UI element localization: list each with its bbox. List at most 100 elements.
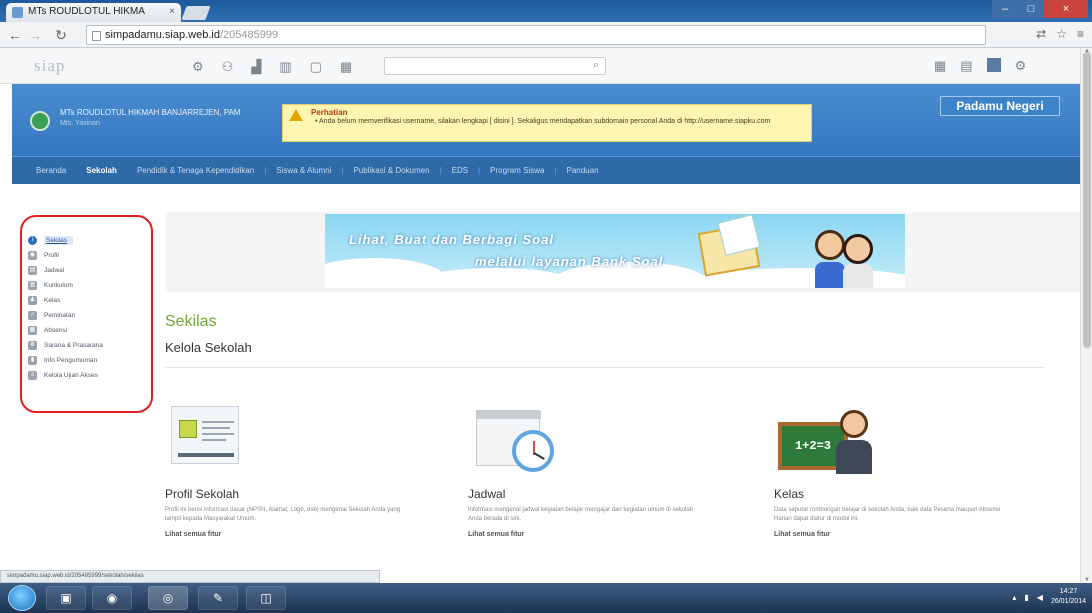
- grid-icon[interactable]: ▦: [934, 58, 946, 74]
- siap-logo[interactable]: siap: [34, 56, 65, 76]
- window-icon[interactable]: ▢: [310, 59, 322, 75]
- sidebar-item-absensi[interactable]: ▦ Absensi: [28, 323, 151, 338]
- back-arrow-icon[interactable]: ←: [6, 26, 24, 44]
- network-icon[interactable]: ▮: [1024, 593, 1028, 602]
- warning-icon: [289, 109, 303, 121]
- card-title[interactable]: Kelas: [774, 487, 804, 501]
- sidebar-item-sekilas[interactable]: i Sekilas: [28, 233, 151, 248]
- sidebar-item-label: Jadwal: [44, 267, 65, 274]
- see-all-features-link[interactable]: Lihat semua fitur: [165, 531, 221, 538]
- sidebar-item-sarana[interactable]: ⚙ Sarana & Prasarana: [28, 338, 151, 353]
- address-bar[interactable]: simpadamu.siap.web.id/205485999: [86, 25, 986, 45]
- facility-icon: ⚙: [28, 341, 37, 350]
- calendar-clock-icon[interactable]: [468, 400, 738, 475]
- profile-document-icon[interactable]: [165, 400, 435, 475]
- menu-icon[interactable]: ≡: [1077, 27, 1084, 41]
- nav-eds[interactable]: EDS: [442, 166, 478, 175]
- scrollbar-thumb[interactable]: [1083, 52, 1091, 348]
- chalkboard-teacher-icon[interactable]: 1+2=3: [774, 400, 1044, 475]
- nav-program-siswa[interactable]: Program Siswa: [480, 166, 554, 175]
- tray-arrow-icon[interactable]: ▴: [1012, 593, 1016, 602]
- avatar[interactable]: [986, 58, 1001, 72]
- alert-box: Perhatian • Anda belum memverifikasi use…: [282, 104, 812, 142]
- page-scrollbar[interactable]: ▲ ▼: [1080, 48, 1092, 583]
- class-icon: ♟: [28, 296, 37, 305]
- site-topbar: siap ⚙ ⚇ ▟ ▥ ▢ ▦ ⌕ ▦ ▤ ⚙: [0, 48, 1080, 84]
- card-title[interactable]: Jadwal: [468, 487, 505, 501]
- alert-title: Perhatian: [311, 108, 348, 117]
- report-icon[interactable]: ▥: [279, 59, 291, 75]
- sidebar-item-label: Absensi: [44, 327, 68, 334]
- sidebar-item-kurikulum[interactable]: ▥ Kurikulum: [28, 278, 151, 293]
- bookmark-star-icon[interactable]: ☆: [1056, 27, 1067, 41]
- sidebar-item-ujian[interactable]: ≡ Kelola Ujian Akses: [28, 368, 151, 383]
- attendance-icon: ▦: [28, 326, 37, 335]
- sidebar-item-peminatan[interactable]: ✓ Peminatan: [28, 308, 151, 323]
- alert-message[interactable]: • Anda belum memverifikasi username, sil…: [315, 117, 803, 126]
- settings-icon[interactable]: ⚙: [192, 59, 204, 75]
- site-search-input[interactable]: ⌕: [384, 57, 606, 75]
- see-all-features-link[interactable]: Lihat semua fitur: [774, 531, 830, 538]
- sidebar-item-label: Info Pengumuman: [44, 357, 98, 364]
- promo-subheadline: melalui layanan Bank Soal: [475, 254, 664, 269]
- student-boy-icon: [815, 230, 845, 260]
- nav-panduan[interactable]: Panduan: [557, 166, 609, 175]
- taskbar-app-tool[interactable]: ✎: [198, 586, 238, 610]
- see-all-features-link[interactable]: Lihat semua fitur: [468, 531, 524, 538]
- nav-beranda[interactable]: Beranda: [26, 166, 76, 175]
- volume-icon[interactable]: ◀: [1037, 593, 1043, 602]
- profile-icon: ◉: [28, 251, 37, 260]
- taskbar-app-chrome[interactable]: ◎: [148, 586, 188, 610]
- school-banner: MTs ROUDLOTUL HIKMAH BANJARREJEN, PAM Mt…: [12, 84, 1080, 156]
- taskbar-app-explorer[interactable]: ▣: [46, 586, 86, 610]
- sidebar-item-label: Sarana & Prasarana: [44, 342, 103, 349]
- window-controls: – □ ×: [992, 0, 1088, 18]
- search-icon[interactable]: ⌕: [593, 59, 599, 72]
- tab-close-icon[interactable]: ×: [169, 6, 175, 17]
- padamu-negeri-button[interactable]: Padamu Negeri: [940, 96, 1060, 116]
- card-profil-sekolah: Profil Sekolah Profil ini berisi informa…: [165, 400, 435, 538]
- card-title[interactable]: Profil Sekolah: [165, 487, 239, 501]
- gear-icon[interactable]: ⚙: [1015, 58, 1027, 74]
- clock-time: 14:27: [1059, 588, 1078, 595]
- translate-icon[interactable]: ⇄: [1036, 27, 1046, 41]
- start-button[interactable]: [8, 585, 36, 611]
- minimize-button[interactable]: –: [992, 0, 1018, 18]
- bank-soal-banner-image[interactable]: Lihat, Buat dan Berbagi Soal melalui lay…: [325, 214, 905, 288]
- sidebar-item-info[interactable]: ▮ Info Pengumuman: [28, 353, 151, 368]
- browser-tab[interactable]: MTs ROUDLOTUL HIKMA ×: [6, 3, 181, 22]
- browser-status-bar: simpadamu.siap.web.id/205485999/sekolah/…: [0, 570, 380, 583]
- sidebar-item-kelas[interactable]: ♟ Kelas: [28, 293, 151, 308]
- nav-sekolah[interactable]: Sekolah: [76, 166, 127, 175]
- taskbar-app-window[interactable]: ◫: [246, 586, 286, 610]
- nav-siswa[interactable]: Siswa & Alumni: [266, 166, 341, 175]
- sidebar-item-profil[interactable]: ◉ Profil: [28, 248, 151, 263]
- school-logo-icon: [30, 111, 50, 131]
- windows-taskbar: ▣ ◉ ◎ ✎ ◫ ▴ ▮ ◀ 14:27 26/01/2014: [0, 583, 1092, 613]
- major-icon: ✓: [28, 311, 37, 320]
- student-girl-body: [843, 264, 873, 288]
- new-tab-button[interactable]: [181, 6, 211, 20]
- exam-icon: ≡: [28, 371, 37, 380]
- forward-arrow-icon[interactable]: →: [26, 26, 44, 44]
- nav-ptk[interactable]: Pendidik & Tenaga Kependidikan: [127, 166, 264, 175]
- chart-icon[interactable]: ▟: [251, 59, 261, 75]
- sidebar-item-label: Peminatan: [44, 312, 76, 319]
- close-window-button[interactable]: ×: [1044, 0, 1088, 18]
- curriculum-icon: ▥: [28, 281, 37, 290]
- nav-publikasi[interactable]: Publikasi & Dokumen: [344, 166, 440, 175]
- url-host: simpadamu.siap.web.id: [105, 29, 220, 41]
- page-title: Sekilas: [165, 313, 217, 330]
- taskbar-app-media[interactable]: ◉: [92, 586, 132, 610]
- sidebar-item-jadwal[interactable]: ▤ Jadwal: [28, 263, 151, 278]
- people-icon[interactable]: ⚇: [222, 59, 234, 75]
- sidebar-menu: i Sekilas ◉ Profil ▤ Jadwal ▥ Kurikulum …: [20, 215, 153, 413]
- taskbar-clock[interactable]: 14:27 26/01/2014: [1051, 587, 1086, 607]
- promo-banner[interactable]: Lihat, Buat dan Berbagi Soal melalui lay…: [165, 212, 1081, 292]
- system-tray: ▴ ▮ ◀ 14:27 26/01/2014: [1012, 587, 1086, 607]
- list-icon[interactable]: ▤: [960, 58, 972, 74]
- table-icon[interactable]: ▦: [340, 59, 352, 75]
- reload-icon[interactable]: ↻: [52, 26, 70, 44]
- maximize-button[interactable]: □: [1018, 0, 1044, 18]
- tab-title: MTs ROUDLOTUL HIKMA: [28, 6, 145, 17]
